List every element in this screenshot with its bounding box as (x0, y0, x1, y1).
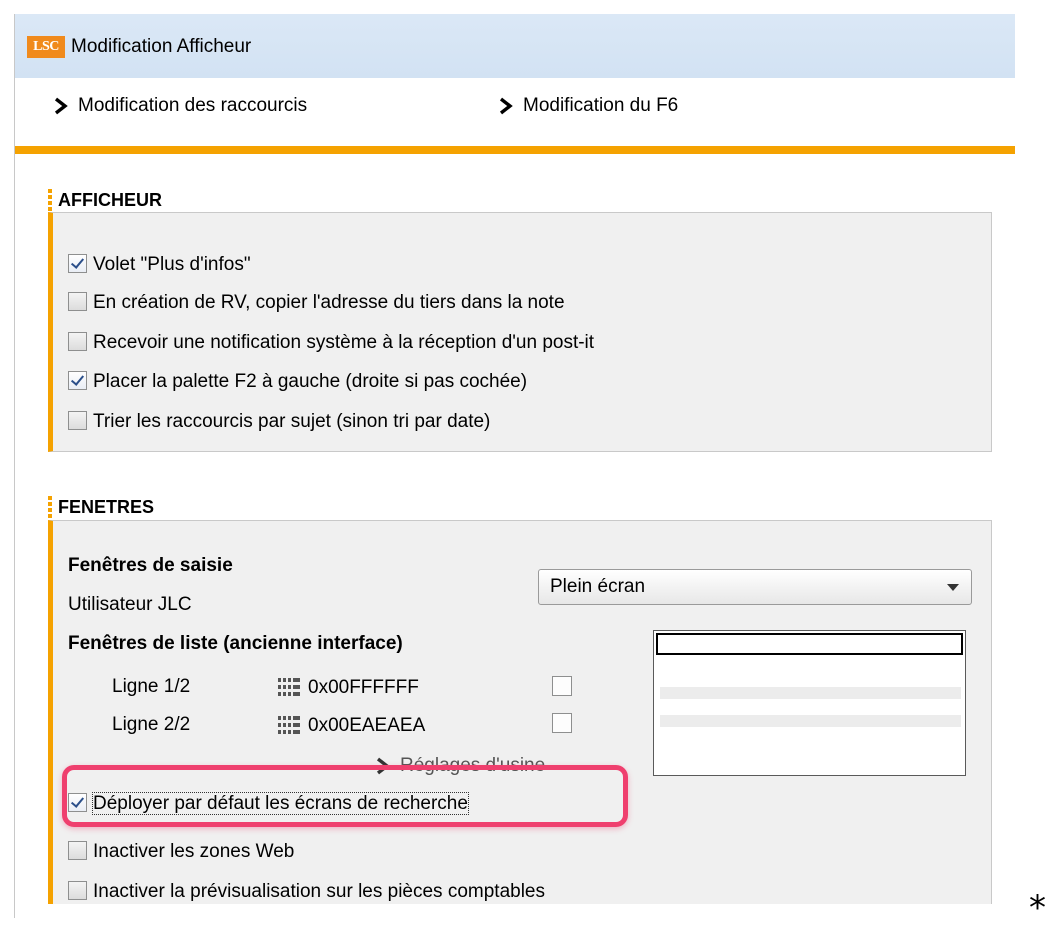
preview-row-2 (660, 687, 961, 699)
color-picker-icon[interactable] (278, 678, 300, 696)
window-title: Modification Afficheur (71, 36, 252, 57)
line-color-2[interactable]: 0x00EAEAEA (278, 713, 425, 739)
select-value: Plein écran (550, 576, 646, 597)
checkbox-unchecked[interactable] (68, 292, 87, 311)
checkbox-checked[interactable] (68, 793, 87, 812)
line-color-1[interactable]: 0x00FFFFFF (278, 675, 419, 701)
line-checkbox-1[interactable] (552, 676, 572, 696)
line-color-preview-list[interactable] (653, 630, 966, 776)
chevron-right-icon (54, 97, 68, 115)
checkbox-unchecked[interactable] (68, 411, 87, 430)
menu-link-label: Modification du F6 (523, 95, 679, 116)
option-deployer-ecrans-recherche[interactable]: Déployer par défaut les écrans de recher… (68, 791, 469, 817)
color-value: 0x00FFFFFF (308, 677, 419, 698)
checkbox-checked[interactable] (68, 371, 87, 390)
checkbox-checked[interactable] (68, 254, 87, 273)
color-picker-icon[interactable] (278, 716, 300, 734)
option-label: Déployer par défaut les écrans de recher… (92, 792, 469, 815)
option-label: Volet "Plus d'infos" (93, 254, 251, 275)
footnote-asterisk: * (1029, 888, 1046, 928)
option-trier-raccourcis[interactable]: Trier les raccourcis par sujet (sinon tr… (68, 409, 490, 435)
window-mode-select[interactable]: Plein écran (538, 569, 972, 605)
color-value: 0x00EAEAEA (308, 715, 426, 736)
menu-link-modification-raccourcis[interactable]: Modification des raccourcis (52, 94, 307, 118)
checkbox-unchecked[interactable] (68, 841, 87, 860)
preview-row-selected (656, 633, 963, 655)
option-volet-plus-infos[interactable]: Volet "Plus d'infos" (68, 252, 251, 278)
option-label: Inactiver la prévisualisation sur les pi… (93, 881, 545, 902)
checkbox-unchecked[interactable] (68, 332, 87, 351)
menu-link-label: Modification des raccourcis (78, 95, 308, 116)
chevron-right-icon (499, 97, 513, 115)
option-inactiver-previsualisation[interactable]: Inactiver la prévisualisation sur les pi… (68, 879, 545, 905)
lsc-logo: LSC (27, 36, 65, 58)
line-checkbox-2[interactable] (552, 713, 572, 733)
line-label-1: Ligne 1/2 (112, 676, 191, 697)
fenetres-saisie-heading: Fenêtres de saisie (68, 555, 233, 576)
section-heading-afficheur: AFFICHEUR (48, 188, 162, 212)
checkbox-unchecked[interactable] (68, 881, 87, 900)
factory-reset-label: Réglages d'usine (400, 755, 546, 776)
option-label: Placer la palette F2 à gauche (droite si… (93, 371, 528, 392)
line-label-2: Ligne 2/2 (112, 714, 191, 735)
option-palette-f2[interactable]: Placer la palette F2 à gauche (droite si… (68, 369, 527, 395)
preview-row-4 (660, 715, 961, 727)
option-notification-post-it[interactable]: Recevoir une notification système à la r… (68, 330, 594, 356)
option-label: Inactiver les zones Web (93, 841, 295, 862)
factory-reset-link[interactable]: Réglages d'usine (374, 754, 545, 778)
option-copier-adresse[interactable]: En création de RV, copier l'adresse du t… (68, 290, 565, 316)
section-heading-fenetres: FENETRES (48, 495, 154, 519)
option-label: Recevoir une notification système à la r… (93, 332, 595, 353)
chevron-right-icon (376, 757, 390, 775)
menu-link-modification-f6[interactable]: Modification du F6 (497, 94, 678, 118)
fenetres-liste-heading: Fenêtres de liste (ancienne interface) (68, 633, 403, 654)
dropdown-arrow-icon (947, 584, 959, 591)
option-label: En création de RV, copier l'adresse du t… (93, 292, 565, 313)
option-inactiver-zones-web[interactable]: Inactiver les zones Web (68, 839, 294, 865)
user-label: Utilisateur JLC (68, 594, 192, 615)
option-label: Trier les raccourcis par sujet (sinon tr… (93, 411, 491, 432)
title-bar[interactable]: LSC Modification Afficheur (15, 14, 1015, 78)
